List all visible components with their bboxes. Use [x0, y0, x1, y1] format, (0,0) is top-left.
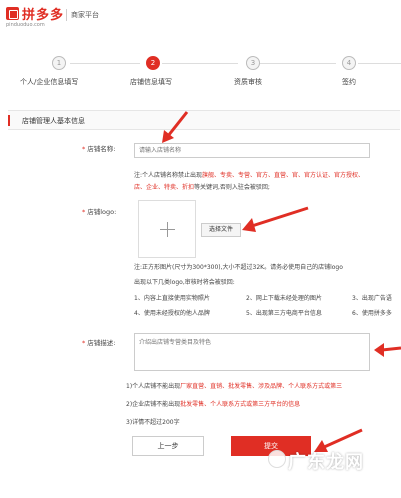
- progress-steps: 1 个人/企业信息填写 2 店铺信息填写 3 资质审核 4 签约: [0, 56, 401, 94]
- shop-name-label: * 店铺名称:: [82, 145, 116, 153]
- shop-name-input[interactable]: [134, 143, 370, 158]
- pinduoduo-logo-icon: [6, 7, 19, 20]
- step-number: 1: [52, 56, 66, 70]
- logo-note-1: 注:正方形图片(尺寸为300*300),大小不超过32K。请务必使用自己的店铺l…: [134, 264, 343, 271]
- step-label: 店铺信息填写: [130, 78, 172, 86]
- logo-upload-box[interactable]: [138, 200, 196, 258]
- watermark-icon: [268, 450, 286, 468]
- desc-rule-2: 2)企业店铺不能出现批发零售、个人联系方式或第三方平台的信息: [126, 401, 301, 408]
- step-3: 3 资质审核: [190, 56, 280, 94]
- header-divider: [66, 9, 67, 21]
- step-2: 2 店铺信息填写: [90, 56, 180, 94]
- section-header: 店铺管理人基本信息: [8, 110, 400, 130]
- desc-rule-3: 3)详情不超过200字: [126, 419, 180, 426]
- logo-note-2: 出现以下几类logo,审核时将会被驳回:: [134, 279, 235, 286]
- step-label: 资质审核: [234, 78, 262, 86]
- logo-rule: 6、使用拼多多: [352, 310, 392, 317]
- header: 拼多多 pinduoduo.com 商家平台: [0, 0, 401, 34]
- logo-text: 拼多多: [22, 8, 65, 23]
- step-number: 3: [246, 56, 260, 70]
- step-number: 2: [146, 56, 160, 70]
- logo-rule: 4、使用未经授权的他人品牌: [134, 310, 210, 317]
- logo-rule: 3、出现广告语: [352, 295, 392, 302]
- section-title: 店铺管理人基本信息: [22, 117, 85, 125]
- merchant-platform-title: 商家平台: [71, 11, 99, 19]
- annotation-arrow-icon: [242, 206, 309, 232]
- step-number: 4: [342, 56, 356, 70]
- logo-rule: 2、网上下载未经处理的图片: [246, 295, 322, 302]
- shop-desc-textarea[interactable]: [134, 333, 370, 371]
- shop-logo-label: * 店铺logo:: [82, 208, 117, 216]
- watermark-text: 广东龙网: [288, 452, 364, 473]
- step-4: 4 签约: [290, 56, 380, 94]
- desc-rule-1: 1)个人店铺不能出现厂家直营、直销、批发零售、涉及品牌、个人联系方式或第三: [126, 383, 343, 390]
- annotation-arrow-icon: [162, 111, 189, 143]
- annotation-arrow-icon: [374, 343, 401, 357]
- logo-domain: pinduoduo.com: [6, 22, 45, 28]
- step-label: 个人/企业信息填写: [20, 78, 79, 86]
- shop-desc-label: * 店铺描述:: [82, 339, 116, 347]
- step-1: 1 个人/企业信息填写: [0, 56, 90, 94]
- logo-rule: 1、内容上直接使用实物照片: [134, 295, 210, 302]
- shop-name-note-2: 店、企业、特卖、折扣等关键词,否则入驻会被驳回;: [134, 184, 270, 191]
- prev-step-button[interactable]: 上一步: [132, 436, 204, 456]
- step-label: 签约: [342, 78, 356, 86]
- shop-name-note-1: 注:个人店铺名称禁止出现旗舰、专卖、专营、官方、直营、官、官方认证、官方授权、: [134, 172, 365, 179]
- logo-rule: 5、出现第三方电商平台信息: [246, 310, 322, 317]
- choose-file-button[interactable]: 选择文件: [201, 223, 241, 237]
